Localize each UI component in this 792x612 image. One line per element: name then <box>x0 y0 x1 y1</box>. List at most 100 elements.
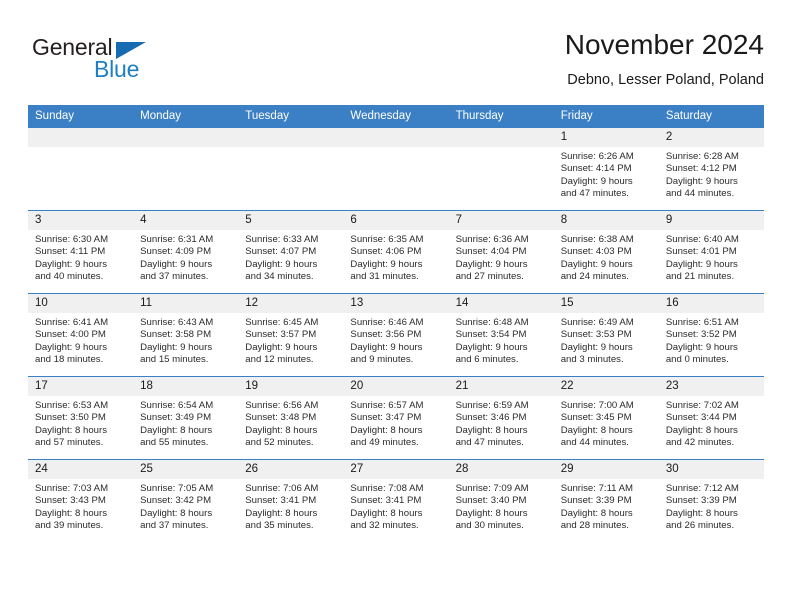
day-details: Sunrise: 7:12 AM Sunset: 3:39 PM Daylight:… <box>659 479 764 533</box>
day-number: 14 <box>448 294 554 313</box>
day-daylight-line2: and 44 minutes. <box>665 188 735 200</box>
calendar-day-cell[interactable]: 7 Sunrise: 6:36 AM Sunset: 4:04 PM Daylight… <box>448 210 554 294</box>
day-details: Sunrise: 6:28 AM Sunset: 4:12 PM Daylight:… <box>659 147 764 201</box>
day-daylight-line2: and 52 minutes. <box>245 437 314 449</box>
brand-name-blue: Blue <box>94 56 140 82</box>
calendar-day-cell[interactable]: 29 Sunrise: 7:11 AM Sunset: 3:39 PM Dayligh… <box>553 459 659 542</box>
calendar-day-cell[interactable]: 3 Sunrise: 6:30 AM Sunset: 4:11 PM Daylight… <box>28 210 134 294</box>
calendar-day-cell[interactable]: 16 Sunrise: 6:51 AM Sunset: 3:52 PM Dayligh… <box>658 293 764 377</box>
day-details: Sunrise: 6:45 AM Sunset: 3:57 PM Daylight:… <box>238 313 343 367</box>
day-number: 13 <box>343 294 449 313</box>
calendar-day-cell[interactable]: 8 Sunrise: 6:38 AM Sunset: 4:03 PM Daylight… <box>553 210 659 294</box>
day-sunset: Sunset: 3:43 PM <box>35 495 106 507</box>
calendar-page: General Blue November 2024 Debno, Lesser… <box>0 0 792 612</box>
day-sunrise: Sunrise: 6:28 AM <box>665 151 739 162</box>
weekday-header-monday: Monday <box>133 105 239 128</box>
day-daylight-line2: and 31 minutes. <box>350 271 419 283</box>
calendar-day-cell[interactable]: 9 Sunrise: 6:40 AM Sunset: 4:01 PM Daylight… <box>658 210 764 294</box>
weekday-header-saturday: Saturday <box>658 105 764 128</box>
calendar-table: Sunday Monday Tuesday Wednesday Thursday… <box>28 105 764 542</box>
weekday-header-sunday: Sunday <box>28 105 134 128</box>
calendar-day-cell[interactable]: 13 Sunrise: 6:46 AM Sunset: 3:56 PM Dayligh… <box>343 293 449 377</box>
calendar-day-cell[interactable]: 5 Sunrise: 6:33 AM Sunset: 4:07 PM Daylight… <box>238 210 344 294</box>
day-sunset: Sunset: 3:45 PM <box>560 412 632 424</box>
calendar-day-cell[interactable]: 12 Sunrise: 6:45 AM Sunset: 3:57 PM Dayligh… <box>238 293 344 377</box>
day-details: Sunrise: 7:09 AM Sunset: 3:40 PM Daylight:… <box>449 479 554 533</box>
day-sunrise: Sunrise: 6:45 AM <box>245 317 319 328</box>
day-sunset: Sunset: 4:06 PM <box>350 246 422 258</box>
calendar-day-cell[interactable]: 21 Sunrise: 6:59 AM Sunset: 3:46 PM Dayligh… <box>448 376 554 460</box>
calendar-week-row: 10 Sunrise: 6:41 AM Sunset: 4:00 PM Dayligh… <box>28 293 764 377</box>
calendar-day-cell[interactable]: 17 Sunrise: 6:53 AM Sunset: 3:50 PM Dayligh… <box>28 376 134 460</box>
calendar-day-cell[interactable]: 28 Sunrise: 7:09 AM Sunset: 3:40 PM Dayligh… <box>448 459 554 542</box>
day-daylight-line1: Daylight: 9 hours <box>245 341 318 353</box>
day-sunset: Sunset: 3:57 PM <box>245 329 317 341</box>
calendar-day-cell[interactable]: 15 Sunrise: 6:49 AM Sunset: 3:53 PM Dayligh… <box>553 293 659 377</box>
calendar-day-cell[interactable]: 11 Sunrise: 6:43 AM Sunset: 3:58 PM Dayligh… <box>133 293 239 377</box>
day-sunrise: Sunrise: 6:41 AM <box>35 317 109 328</box>
day-daylight-line1: Daylight: 8 hours <box>35 507 107 519</box>
day-daylight-line2: and 47 minutes. <box>455 437 524 449</box>
calendar-day-cell[interactable]: 23 Sunrise: 7:02 AM Sunset: 3:44 PM Dayligh… <box>658 376 764 460</box>
day-sunset: Sunset: 3:46 PM <box>455 412 527 424</box>
calendar-day-cell[interactable]: 22 Sunrise: 7:00 AM Sunset: 3:45 PM Dayligh… <box>553 376 659 460</box>
day-sunrise: Sunrise: 6:48 AM <box>455 317 529 328</box>
calendar-day-cell[interactable]: 2 Sunrise: 6:28 AM Sunset: 4:12 PM Daylight… <box>658 127 764 211</box>
day-sunrise: Sunrise: 6:46 AM <box>350 317 424 328</box>
day-daylight-line1: Daylight: 8 hours <box>245 507 318 519</box>
day-sunrise: Sunrise: 6:54 AM <box>140 400 214 411</box>
day-sunset: Sunset: 3:56 PM <box>350 329 422 341</box>
day-sunrise: Sunrise: 6:49 AM <box>560 317 634 328</box>
day-daylight-line1: Daylight: 8 hours <box>350 424 423 436</box>
day-number: 24 <box>28 460 134 479</box>
day-details: Sunrise: 7:05 AM Sunset: 3:42 PM Daylight:… <box>133 479 238 533</box>
calendar-day-cell[interactable]: 25 Sunrise: 7:05 AM Sunset: 3:42 PM Dayligh… <box>133 459 239 542</box>
day-number: 4 <box>133 211 239 230</box>
weekday-header-wednesday: Wednesday <box>343 105 449 128</box>
day-number: 30 <box>658 460 764 479</box>
day-details: Sunrise: 6:35 AM Sunset: 4:06 PM Daylight:… <box>343 230 448 284</box>
day-number: 17 <box>28 377 134 396</box>
brand-logo[interactable]: General Blue <box>32 34 212 92</box>
day-number: 5 <box>238 211 344 230</box>
calendar-day-cell[interactable]: 10 Sunrise: 6:41 AM Sunset: 4:00 PM Dayligh… <box>28 293 134 377</box>
day-number: 22 <box>553 377 659 396</box>
day-sunset: Sunset: 4:07 PM <box>245 246 317 258</box>
day-number: 15 <box>553 294 659 313</box>
day-sunrise: Sunrise: 7:11 AM <box>560 483 634 494</box>
day-sunset: Sunset: 3:48 PM <box>245 412 317 424</box>
day-daylight-line2: and 0 minutes. <box>665 354 729 366</box>
calendar-day-cell[interactable]: 20 Sunrise: 6:57 AM Sunset: 3:47 PM Dayligh… <box>343 376 449 460</box>
calendar-day-cell[interactable]: 18 Sunrise: 6:54 AM Sunset: 3:49 PM Dayligh… <box>133 376 239 460</box>
day-daylight-line2: and 3 minutes. <box>560 354 624 366</box>
day-daylight-line1: Daylight: 9 hours <box>350 258 423 270</box>
calendar-day-cell[interactable]: 1 Sunrise: 6:26 AM Sunset: 4:14 PM Daylight… <box>553 127 659 211</box>
day-details: Sunrise: 6:59 AM Sunset: 3:46 PM Daylight:… <box>449 396 554 450</box>
day-sunrise: Sunrise: 7:03 AM <box>35 483 109 494</box>
day-daylight-line2: and 42 minutes. <box>665 437 735 449</box>
day-daylight-line1: Daylight: 8 hours <box>455 424 528 436</box>
day-details: Sunrise: 6:46 AM Sunset: 3:56 PM Daylight:… <box>343 313 448 367</box>
day-number: 3 <box>28 211 134 230</box>
calendar-day-cell[interactable]: 6 Sunrise: 6:35 AM Sunset: 4:06 PM Daylight… <box>343 210 449 294</box>
day-sunrise: Sunrise: 7:05 AM <box>140 483 214 494</box>
calendar-day-cell[interactable]: 14 Sunrise: 6:48 AM Sunset: 3:54 PM Dayligh… <box>448 293 554 377</box>
day-sunrise: Sunrise: 7:06 AM <box>245 483 319 494</box>
day-daylight-line1: Daylight: 8 hours <box>665 507 738 519</box>
day-number: 23 <box>658 377 764 396</box>
calendar-day-cell[interactable]: 30 Sunrise: 7:12 AM Sunset: 3:39 PM Dayligh… <box>658 459 764 542</box>
day-daylight-line2: and 12 minutes. <box>245 354 314 366</box>
calendar-day-cell[interactable]: 24 Sunrise: 7:03 AM Sunset: 3:43 PM Dayligh… <box>28 459 134 542</box>
day-details: Sunrise: 7:02 AM Sunset: 3:44 PM Daylight:… <box>659 396 764 450</box>
day-sunrise: Sunrise: 6:43 AM <box>140 317 214 328</box>
day-daylight-line1: Daylight: 9 hours <box>560 175 633 187</box>
day-sunrise: Sunrise: 6:38 AM <box>560 234 634 245</box>
day-sunrise: Sunrise: 7:12 AM <box>665 483 739 494</box>
calendar-day-cell[interactable]: 19 Sunrise: 6:56 AM Sunset: 3:48 PM Dayligh… <box>238 376 344 460</box>
calendar-day-cell[interactable]: 26 Sunrise: 7:06 AM Sunset: 3:41 PM Dayligh… <box>238 459 344 542</box>
calendar-day-cell[interactable]: 27 Sunrise: 7:08 AM Sunset: 3:41 PM Dayligh… <box>343 459 449 542</box>
day-daylight-line1: Daylight: 8 hours <box>140 507 213 519</box>
day-sunrise: Sunrise: 6:57 AM <box>350 400 424 411</box>
day-sunset: Sunset: 4:09 PM <box>140 246 212 258</box>
calendar-day-cell[interactable]: 4 Sunrise: 6:31 AM Sunset: 4:09 PM Daylight… <box>133 210 239 294</box>
